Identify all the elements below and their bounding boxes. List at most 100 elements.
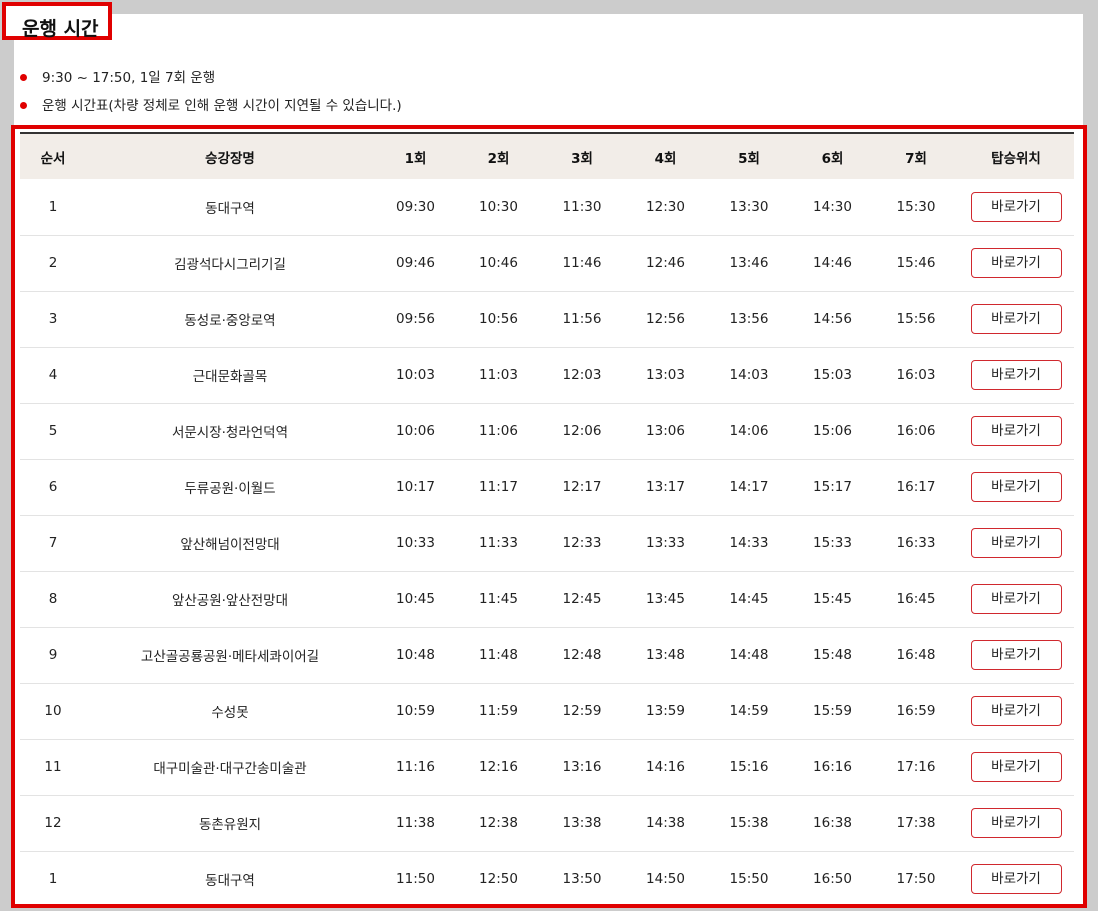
row-boarding-cell: 바로가기	[958, 739, 1074, 795]
row-boarding-cell: 바로가기	[958, 795, 1074, 851]
row-time-run-1: 10:33	[396, 535, 435, 551]
row-time-run-1: 10:03	[396, 367, 435, 383]
goto-button[interactable]: 바로가기	[970, 808, 1062, 838]
row-time-run-3: 12:33	[562, 535, 602, 551]
row-time-run-5: 13:30	[729, 198, 769, 215]
row-time-run-7: 15:56	[896, 311, 936, 327]
section-title-box: 운행 시간	[2, 2, 112, 40]
goto-button[interactable]: 바로가기	[970, 752, 1062, 782]
goto-button[interactable]: 바로가기	[970, 584, 1062, 614]
row-order: 12	[44, 815, 62, 831]
table-row: 6 두류공원·이월드 10:17 11:17 12:17 13:17 14:17 15:17 1…	[20, 459, 1074, 515]
table-row: 2 김광석다시그리기길 09:46 10:46 11:46 12:46 13:46 14:46…	[20, 235, 1074, 291]
goto-button[interactable]: 바로가기	[970, 864, 1062, 894]
bullet-dot-icon	[20, 101, 27, 109]
row-time-run-7: 15:46	[896, 255, 936, 271]
row-time-run-7: 17:16	[896, 759, 936, 775]
row-boarding-cell: 바로가기	[958, 627, 1074, 683]
row-order: 3	[48, 311, 58, 327]
row-time-run-7: 16:17	[896, 479, 936, 495]
table-row: 5 서문시장·청라언덕역 10:06 11:06 12:06 13:06 14:06 15:0…	[20, 403, 1074, 459]
row-time-run-6: 16:16	[813, 759, 852, 775]
timetable-body: 1 동대구역 09:30 10:30 11:30 12:30 13:30 14:30 15:30…	[20, 179, 1074, 904]
row-time-run-6: 15:45	[813, 591, 852, 607]
goto-button[interactable]: 바로가기	[970, 472, 1062, 502]
goto-button[interactable]: 바로가기	[970, 191, 1062, 222]
row-stop-name: 대구미술관·대구간송미술관	[153, 761, 307, 777]
row-time-run-2: 12:50	[479, 871, 518, 887]
row-stop-name: 동대구역	[205, 873, 255, 889]
row-order: 11	[44, 759, 62, 775]
row-order: 9	[48, 647, 58, 663]
row-time-run-3: 11:46	[562, 255, 602, 271]
row-time-run-7: 16:06	[896, 423, 936, 439]
header-run-4: 4회	[654, 150, 677, 167]
goto-button[interactable]: 바로가기	[970, 696, 1062, 726]
row-time-run-4: 13:45	[646, 591, 685, 607]
row-time-run-3: 13:38	[562, 815, 602, 831]
table-header-row: 순서 승강장명 1회 2회 3회 4회 5회 6회 7회 탑승위치	[20, 133, 1074, 179]
row-order: 2	[48, 255, 58, 271]
row-time-run-6: 15:48	[813, 647, 852, 663]
row-time-run-1: 10:06	[396, 423, 435, 439]
goto-button[interactable]: 바로가기	[970, 640, 1062, 670]
row-stop-name: 두류공원·이월드	[184, 481, 276, 497]
row-boarding-cell: 바로가기	[958, 571, 1074, 627]
row-time-run-5: 15:50	[729, 871, 769, 887]
row-time-run-3: 12:59	[562, 703, 602, 719]
row-time-run-4: 14:38	[646, 815, 685, 831]
row-order: 10	[44, 703, 62, 719]
bullet-dot-icon	[20, 73, 27, 81]
row-stop-name: 김광석다시그리기길	[174, 257, 286, 273]
row-time-run-7: 16:33	[896, 535, 936, 551]
row-time-run-1: 09:56	[396, 311, 435, 327]
info-line-schedule: 9:30 ~ 17:50, 1일 7회 운행	[20, 66, 215, 86]
page-title: 운행 시간	[22, 18, 99, 40]
row-time-run-3: 11:56	[562, 311, 602, 327]
row-order: 8	[48, 591, 58, 607]
table-row: 11 대구미술관·대구간송미술관 11:16 12:16 13:16 14:16 15:16…	[20, 739, 1074, 795]
table-row: 12 동촌유원지 11:38 12:38 13:38 14:38 15:38 16:38 17:…	[20, 795, 1074, 851]
row-time-run-2: 12:38	[479, 815, 518, 831]
row-time-run-4: 13:03	[646, 367, 685, 383]
row-time-run-2: 11:59	[479, 703, 518, 719]
row-time-run-2: 11:48	[479, 647, 518, 663]
row-order: 1	[48, 871, 58, 887]
row-time-run-2: 11:45	[479, 591, 518, 607]
row-stop-name: 수성못	[211, 705, 249, 721]
row-time-run-5: 14:45	[729, 591, 769, 607]
row-time-run-6: 15:17	[813, 479, 852, 495]
row-time-run-6: 15:59	[813, 703, 852, 719]
row-time-run-1: 10:45	[396, 591, 435, 607]
info-line-timetable: 운행 시간표(차량 정체로 인해 운행 시간이 지연될 수 있습니다.)	[20, 94, 402, 114]
row-time-run-3: 13:50	[562, 871, 602, 887]
header-run-1: 1회	[404, 150, 427, 167]
row-time-run-4: 13:17	[646, 479, 685, 495]
row-time-run-7: 16:48	[896, 647, 936, 663]
goto-button[interactable]: 바로가기	[970, 304, 1062, 334]
row-time-run-3: 11:30	[562, 198, 602, 215]
goto-button[interactable]: 바로가기	[970, 360, 1062, 390]
goto-button[interactable]: 바로가기	[970, 416, 1062, 446]
row-boarding-cell: 바로가기	[958, 403, 1074, 459]
row-time-run-5: 14:33	[729, 535, 769, 551]
row-time-run-5: 15:38	[729, 815, 769, 831]
row-time-run-7: 16:45	[896, 591, 936, 607]
goto-button[interactable]: 바로가기	[970, 248, 1062, 278]
header-order: 순서	[40, 150, 66, 167]
row-stop-name: 앞산공원·앞산전망대	[171, 593, 289, 609]
row-time-run-7: 15:30	[896, 198, 936, 215]
timetable-frame: 순서 승강장명 1회 2회 3회 4회 5회 6회 7회 탑승위치 1 동대구역 0…	[11, 125, 1087, 908]
row-time-run-4: 12:46	[646, 255, 685, 271]
row-boarding-cell: 바로가기	[958, 179, 1074, 235]
goto-button[interactable]: 바로가기	[970, 528, 1062, 558]
row-time-run-6: 14:46	[813, 255, 852, 271]
header-run-5: 5회	[738, 150, 760, 167]
row-time-run-6: 16:38	[813, 815, 852, 831]
table-row: 1 동대구역 11:50 12:50 13:50 14:50 15:50 16:50 17:50…	[20, 851, 1074, 904]
table-row: 10 수성못 10:59 11:59 12:59 13:59 14:59 15:59 16:59…	[20, 683, 1074, 739]
row-time-run-5: 14:48	[729, 647, 769, 663]
row-boarding-cell: 바로가기	[958, 683, 1074, 739]
row-stop-name: 동촌유원지	[198, 817, 262, 833]
row-time-run-3: 12:48	[562, 647, 602, 663]
